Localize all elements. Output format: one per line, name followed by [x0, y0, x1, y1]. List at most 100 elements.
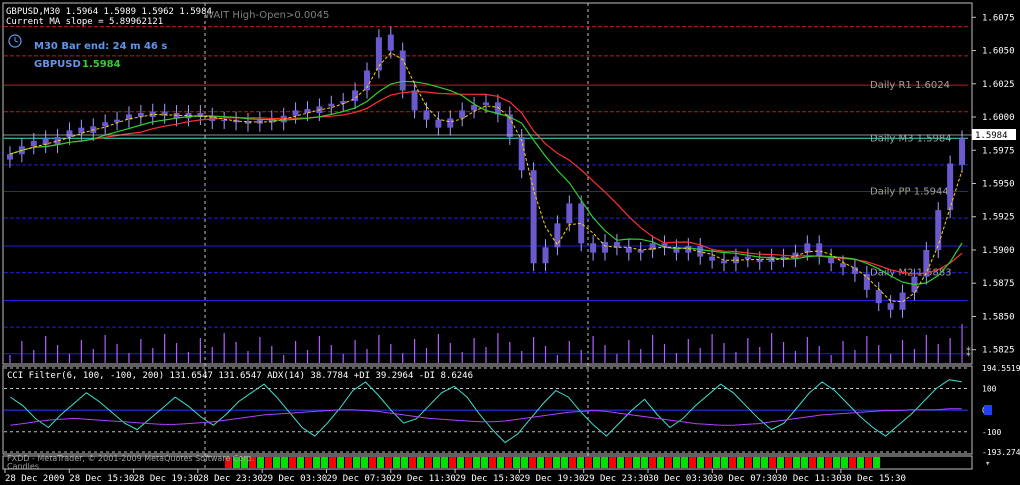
symbol-info: GBPUSD,M30 1.5964 1.5989 1.5962 1.5984 [6, 7, 212, 17]
y-tick-label: 1.6025 [982, 80, 1015, 90]
shift-icon[interactable]: ⁑ [966, 347, 971, 359]
indicator-marker-icon [984, 405, 992, 415]
candle-body [709, 256, 716, 261]
candles-label: Candles [7, 462, 39, 471]
signal-bar [617, 457, 624, 468]
candle-body [744, 256, 751, 260]
signal-bar [529, 457, 536, 468]
volume-bars [9, 324, 963, 363]
y-tick-label: 1.5950 [982, 180, 1015, 190]
candle-body [804, 243, 811, 253]
signal-bar [481, 457, 488, 468]
candle-body [566, 203, 573, 224]
signal-bar [457, 457, 464, 468]
candle-body [435, 119, 442, 128]
x-tick-label: 28 Dec 15:30 [69, 474, 134, 484]
signal-bar [569, 457, 576, 468]
signal-bar [537, 457, 544, 468]
signal-bar [801, 457, 808, 468]
signal-bar [289, 457, 296, 468]
signal-bar [361, 457, 368, 468]
signal-bar [337, 457, 344, 468]
wait-text: WAIT High-Open>0.0045 [204, 10, 329, 21]
signal-bar [441, 457, 448, 468]
y-tick-label: 1.5900 [982, 246, 1015, 256]
ma-slope-text: Current MA slope = 5.89962121 [6, 17, 163, 27]
chart-canvas[interactable]: Daily R1 1.6024Daily M3 1.5984Daily PP 1… [0, 0, 1020, 485]
price-axis: 1.6075 1.6050 1.6025 1.6000 1.5975 1.5950 1.59… [972, 13, 1015, 356]
copyright-text: FXDD - MetaTrader, © 2001-2009 MetaQuote… [7, 454, 254, 463]
signal-bar [777, 457, 784, 468]
signal-bar [369, 457, 376, 468]
signal-bar [425, 457, 432, 468]
signal-bar [593, 457, 600, 468]
candle-body [590, 243, 597, 253]
signal-bar [497, 457, 504, 468]
candle-body [483, 102, 489, 106]
signal-bar [609, 457, 616, 468]
signal-bar [265, 457, 272, 468]
candle-body [542, 247, 549, 264]
signal-bar [673, 457, 680, 468]
candle-body [602, 242, 609, 253]
candle-body [887, 303, 894, 310]
candle-body [137, 113, 144, 118]
signal-bar [665, 457, 672, 468]
x-tick-label: 28 Dec 2009 [5, 474, 65, 484]
x-tick-label: 29 Dec 15:30 [455, 474, 520, 484]
signal-bar [841, 457, 848, 468]
signal-bar [521, 457, 528, 468]
signal-bar [449, 457, 456, 468]
pivot-label: Daily PP 1.5944 [870, 186, 949, 197]
y-tick-label: 1.5975 [982, 146, 1015, 156]
signal-bar [769, 457, 776, 468]
signal-bar [785, 457, 792, 468]
candle-body [66, 130, 73, 137]
signal-bar [513, 457, 520, 468]
signal-bar [649, 457, 656, 468]
signal-bar [625, 457, 632, 468]
signal-bar [393, 457, 400, 468]
y-tick-label: 1.5850 [982, 312, 1015, 322]
candle-body [423, 110, 430, 120]
bar-end-timer: M30 Bar end: 24 m 46 s [34, 41, 167, 52]
indicator-tick-label: -100 [982, 428, 1001, 437]
candle-body [530, 170, 537, 264]
signal-bar [601, 457, 608, 468]
signal-bar [465, 457, 472, 468]
signal-bar [809, 457, 816, 468]
y-tick-label: 1.6000 [982, 113, 1015, 123]
candle-body [459, 110, 466, 119]
signal-bar [849, 457, 856, 468]
signal-bar [401, 457, 408, 468]
x-tick-label: 29 Dec 19:30 [519, 474, 584, 484]
signal-bar [873, 457, 880, 468]
signal-bar [545, 457, 552, 468]
candle-body [840, 263, 847, 268]
x-tick-label: 30 Dec 07:30 [712, 474, 777, 484]
signal-bar [417, 457, 424, 468]
x-tick-label: 29 Dec 23:30 [584, 474, 649, 484]
signal-bar [681, 457, 688, 468]
signal-bar [825, 457, 832, 468]
symbol-label: GBPUSD [34, 59, 81, 70]
x-tick-label: 30 Dec 11:30 [777, 474, 842, 484]
x-tick-label: 29 Dec 03:30 [262, 474, 327, 484]
metatrader-chart-window: Daily R1 1.6024 Daily M3 1.5984 Daily PP 1… [0, 0, 1020, 485]
time-axis: 28 Dec 2009 28 Dec 15:30 28 Dec 19:30 28 De… [4, 469, 906, 484]
y-tick-label: 1.5925 [982, 213, 1015, 223]
signal-bar [305, 457, 312, 468]
candle-body [816, 243, 823, 257]
scroll-down-icon[interactable]: ▾ [985, 459, 990, 469]
signal-bar [273, 457, 280, 468]
signal-bar [433, 457, 440, 468]
signal-bar [313, 457, 320, 468]
signal-bars [225, 457, 880, 468]
pivot-lines: Daily R1 1.6024Daily M3 1.5984Daily PP 1… [4, 26, 968, 355]
signal-bar [745, 457, 752, 468]
candle-body [30, 140, 37, 147]
candle-body [399, 50, 406, 91]
signal-bar [353, 457, 360, 468]
signal-bar [833, 457, 840, 468]
candle-body [875, 289, 882, 304]
